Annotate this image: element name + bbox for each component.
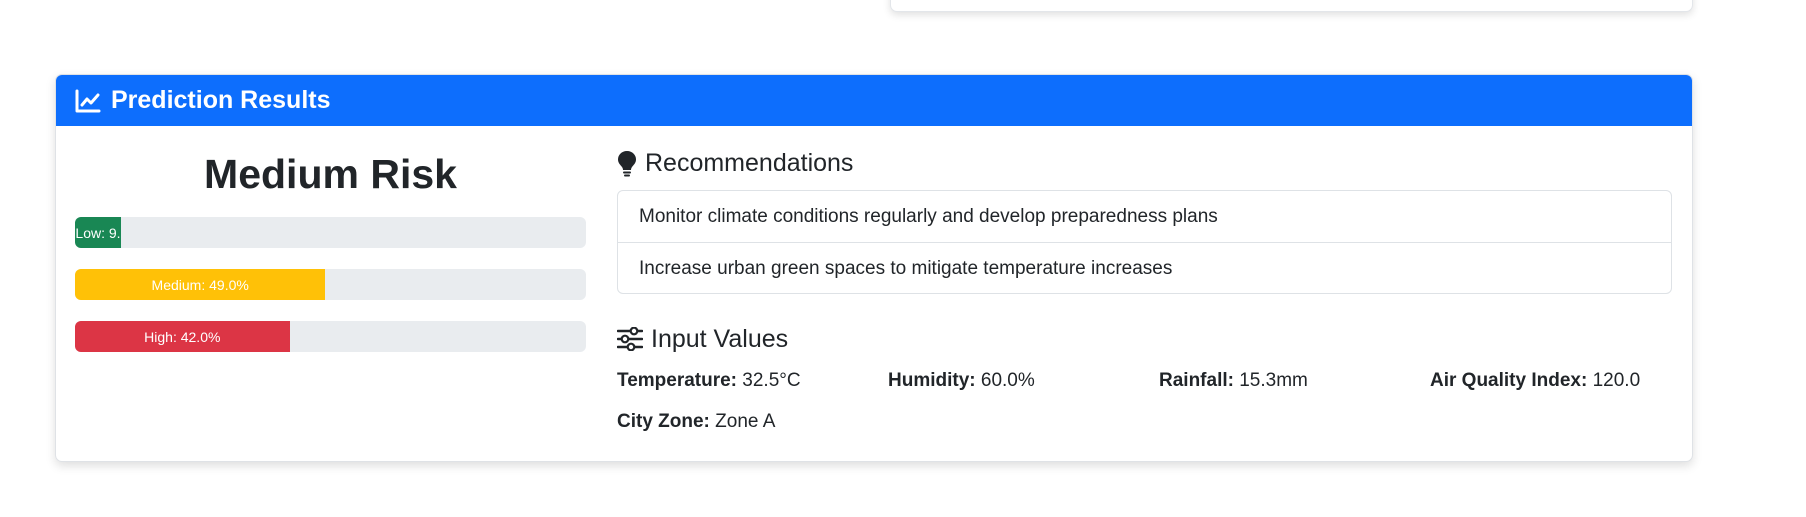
temperature-label: Temperature: bbox=[617, 370, 738, 391]
aqi-text: 120.0 bbox=[1592, 370, 1641, 391]
aqi-label: Air Quality Index: bbox=[1430, 370, 1588, 391]
sliders-icon bbox=[617, 327, 643, 351]
card-body: Medium Risk Low: 9. Medium: 49.0% High: … bbox=[56, 126, 1692, 461]
medium-risk-label: Medium: 49.0% bbox=[151, 276, 249, 293]
chart-line-icon bbox=[75, 89, 101, 113]
temperature-text: 32.5°C bbox=[742, 370, 801, 391]
medium-risk-fill: Medium: 49.0% bbox=[75, 269, 326, 300]
card-header: Prediction Results bbox=[56, 75, 1692, 126]
recommendations-heading: Recommendations bbox=[617, 148, 1672, 178]
recommendation-item: Monitor climate conditions regularly and… bbox=[639, 206, 1218, 227]
lightbulb-icon bbox=[617, 150, 637, 177]
risk-level-title: Medium Risk bbox=[204, 151, 457, 197]
high-risk-fill: High: 42.0% bbox=[75, 321, 290, 352]
city-zone-label: City Zone: bbox=[617, 411, 710, 432]
medium-risk-progress: Medium: 49.0% bbox=[75, 269, 586, 300]
low-risk-progress: Low: 9. bbox=[75, 217, 586, 248]
rainfall-label: Rainfall: bbox=[1159, 370, 1234, 391]
city-zone-text: Zone A bbox=[715, 411, 776, 432]
humidity-label: Humidity: bbox=[888, 370, 976, 391]
recommendations-title: Recommendations bbox=[645, 148, 854, 177]
input-values-heading: Input Values bbox=[617, 324, 1672, 354]
aqi-value: Air Quality Index: 120.0 bbox=[1430, 368, 1692, 393]
card-title: Prediction Results bbox=[111, 86, 331, 114]
rainfall-value: Rainfall: 15.3mm bbox=[1159, 368, 1430, 393]
risk-panel: Medium Risk Low: 9. Medium: 49.0% High: … bbox=[75, 126, 586, 352]
high-risk-label: High: 42.0% bbox=[144, 328, 221, 345]
low-risk-label: Low: 9. bbox=[75, 224, 121, 241]
input-values-grid: Temperature: 32.5°C Humidity: 60.0% Rain… bbox=[617, 368, 1672, 434]
humidity-value: Humidity: 60.0% bbox=[888, 368, 1159, 393]
city-zone-value: City Zone: Zone A bbox=[617, 409, 888, 434]
details-panel: Recommendations Monitor climate conditio… bbox=[617, 126, 1672, 434]
input-values-title: Input Values bbox=[651, 324, 789, 353]
previous-card-edge bbox=[890, 0, 1693, 12]
prediction-results-card: Prediction Results Medium Risk Low: 9. M… bbox=[55, 74, 1693, 462]
recommendation-item: Increase urban green spaces to mitigate … bbox=[618, 242, 1671, 293]
rainfall-text: 15.3mm bbox=[1239, 370, 1308, 391]
humidity-text: 60.0% bbox=[980, 370, 1035, 391]
high-risk-progress: High: 42.0% bbox=[75, 321, 586, 352]
low-risk-fill: Low: 9. bbox=[75, 217, 121, 248]
recommendations-list: Monitor climate conditions regularly and… bbox=[617, 190, 1672, 294]
temperature-value: Temperature: 32.5°C bbox=[617, 368, 888, 393]
